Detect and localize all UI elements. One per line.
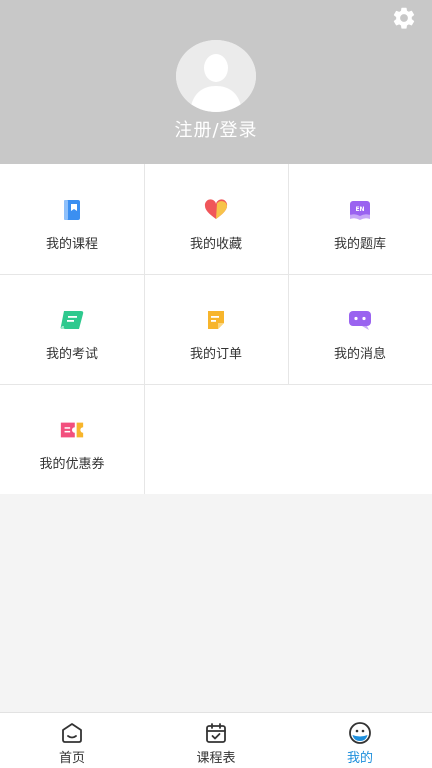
default-user-icon [176, 40, 256, 112]
grid-item-label: 我的消息 [333, 347, 386, 362]
grid-item-label: 我的优惠券 [39, 457, 105, 472]
tab-home[interactable]: 首页 [0, 713, 144, 768]
calendar-icon [206, 723, 226, 743]
home-icon [62, 723, 82, 743]
avatar[interactable] [176, 40, 256, 112]
grid-item-label: 我的课程 [45, 237, 98, 252]
settings-button[interactable] [390, 4, 418, 32]
grid-item-label: 我的订单 [189, 347, 242, 362]
book-icon [64, 200, 80, 220]
profile-screen: 注册/登录 我的课程 我的收藏 EN 我的题库 我的考试 我的订单 我的消息 我… [0, 0, 432, 768]
my-orders-entry[interactable]: 我的订单 [144, 274, 288, 384]
tab-schedule[interactable]: 课程表 [144, 713, 288, 768]
my-exams-entry[interactable]: 我的考试 [0, 274, 144, 384]
my-favorites-entry[interactable]: 我的收藏 [144, 164, 288, 274]
my-courses-entry[interactable]: 我的课程 [0, 164, 144, 274]
tab-mine[interactable]: 我的 [288, 713, 432, 768]
message-bubble-icon [349, 311, 371, 330]
question-bank-icon: EN [350, 201, 370, 220]
tab-label: 我的 [346, 751, 373, 766]
exam-scroll-icon [60, 311, 84, 329]
profile-face-icon [349, 722, 371, 744]
grid-item-label: 我的收藏 [189, 237, 242, 252]
order-note-icon [208, 311, 224, 329]
my-coupons-entry[interactable]: 我的优惠券 [0, 384, 144, 494]
feature-grid: 我的课程 我的收藏 EN 我的题库 我的考试 我的订单 我的消息 我的优惠券 [0, 164, 432, 494]
grid-item-label: 我的题库 [333, 237, 386, 252]
tab-label: 课程表 [196, 751, 236, 766]
my-messages-entry[interactable]: 我的消息 [288, 274, 432, 384]
grid-item-label: 我的考试 [45, 347, 98, 362]
my-question-bank-entry[interactable]: EN 我的题库 [288, 164, 432, 274]
tab-label: 首页 [58, 751, 85, 766]
login-register-link[interactable]: 注册/登录 [0, 116, 432, 142]
gear-icon [393, 7, 415, 29]
coupon-icon [60, 422, 84, 438]
bottom-tab-bar: 首页 课程表 我的 [0, 712, 432, 768]
bank-icon-text: EN [355, 206, 364, 213]
profile-header: 注册/登录 [0, 0, 432, 164]
heart-icon [204, 199, 228, 219]
